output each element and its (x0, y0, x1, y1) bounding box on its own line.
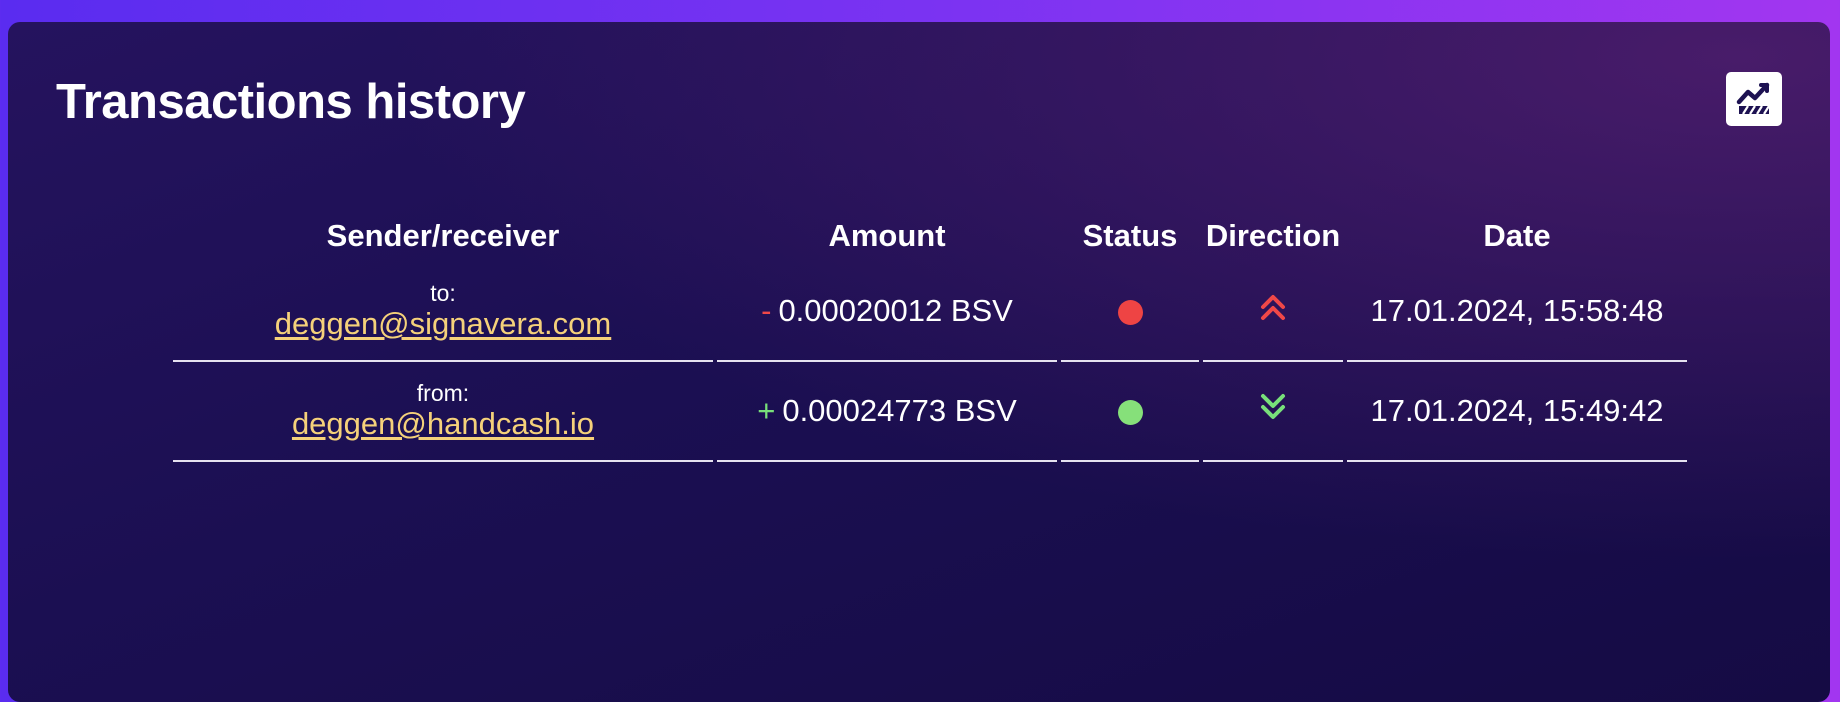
column-header-amount: Amount (828, 218, 946, 253)
column-header-date: Date (1483, 218, 1551, 253)
table-row: from: deggen@handcash.io +0.00024773 BSV… (173, 362, 1687, 462)
status-dot (1117, 400, 1143, 426)
chart-button[interactable] (1726, 72, 1782, 126)
amount-cell: +0.00024773 BSV (717, 362, 1057, 462)
party-cell: from: deggen@handcash.io (173, 362, 713, 462)
column-header-status: Status (1082, 218, 1178, 253)
amount-value: 0.00020012 BSV (778, 293, 1013, 328)
transactions-panel: Transactions history Sender/receiver Amo… (8, 22, 1830, 702)
double-chevron-down-icon (1261, 393, 1285, 419)
party-label: from: (416, 380, 470, 406)
status-cell (1061, 362, 1199, 462)
transactions-table: Sender/receiver Amount Status Direction … (169, 210, 1691, 462)
page-title: Transactions history (56, 75, 526, 129)
amount-sign: - (761, 293, 772, 328)
party-link[interactable]: deggen@handcash.io (292, 406, 594, 442)
amount-cell: -0.00020012 BSV (717, 262, 1057, 362)
direction-cell (1203, 362, 1343, 462)
chart-icon (1736, 82, 1770, 115)
column-header-direction: Direction (1205, 218, 1341, 253)
direction-cell (1203, 262, 1343, 362)
status-dot (1117, 300, 1143, 326)
amount-sign: + (757, 393, 776, 428)
party-label: to: (430, 280, 456, 306)
amount-value: 0.00024773 BSV (782, 393, 1017, 428)
table-header-row: Sender/receiver Amount Status Direction … (173, 210, 1687, 262)
date-cell: 17.01.2024, 15:49:42 (1347, 362, 1687, 462)
date-cell: 17.01.2024, 15:58:48 (1347, 262, 1687, 362)
status-cell (1061, 262, 1199, 362)
table-row: to: deggen@signavera.com -0.00020012 BSV… (173, 262, 1687, 362)
party-cell: to: deggen@signavera.com (173, 262, 713, 362)
column-header-sender-receiver: Sender/receiver (326, 218, 560, 253)
double-chevron-up-icon (1261, 294, 1285, 320)
party-link[interactable]: deggen@signavera.com (275, 306, 612, 342)
